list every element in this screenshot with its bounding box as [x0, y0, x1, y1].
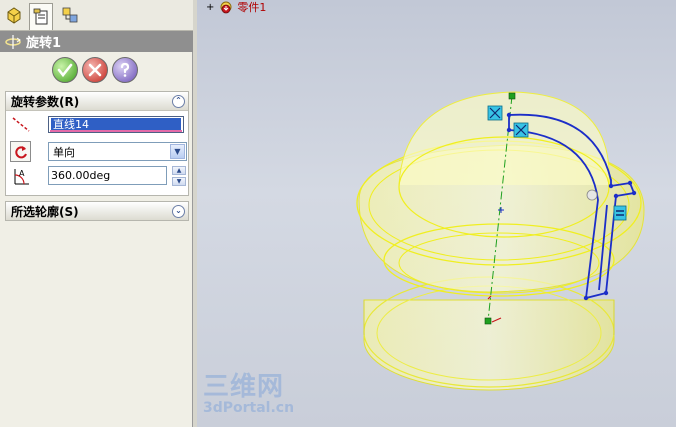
direction-type-dropdown[interactable]: 单向 ▼ — [48, 142, 187, 161]
revolve-parameters-header[interactable]: 旋转参数(R) ⌃ — [6, 92, 188, 111]
expand-down-icon[interactable]: ⌄ — [172, 204, 185, 218]
ok-icon — [57, 63, 73, 78]
angle-input[interactable]: 360.00deg — [48, 166, 167, 185]
property-manager-panel: 旋转1 旋转参数(R) ⌃ 直线14 单向 ▼ A 360.00deg ▲ ▼ … — [0, 0, 193, 427]
revolve-parameters-title: 旋转参数(R) — [11, 94, 80, 109]
model-view[interactable] — [197, 0, 676, 427]
tab-feature-manager[interactable] — [2, 3, 26, 27]
angle-spinner[interactable]: ▲ ▼ — [172, 166, 186, 186]
cancel-icon — [88, 63, 102, 77]
action-buttons — [52, 57, 138, 83]
selected-contours-header[interactable]: 所选轮廓(S) ⌄ — [6, 202, 188, 220]
watermark: 三维网 3dPortal.cn — [203, 374, 294, 415]
configuration-manager-icon — [62, 7, 78, 23]
watermark-line1: 三维网 — [203, 372, 285, 402]
part-name[interactable]: 零件1 — [237, 0, 266, 15]
feature-tree-flyout[interactable]: + 零件1 — [206, 0, 266, 14]
svg-text:A: A — [19, 169, 25, 178]
reverse-direction-icon[interactable] — [10, 141, 31, 162]
help-button[interactable] — [112, 57, 138, 83]
expand-icon[interactable]: + — [206, 2, 214, 13]
spin-down-icon[interactable]: ▼ — [172, 177, 186, 186]
direction-type-value: 单向 — [53, 145, 75, 159]
collapse-up-icon[interactable]: ⌃ — [172, 94, 185, 108]
revolve-parameters-group: 旋转参数(R) ⌃ 直线14 单向 ▼ A 360.00deg ▲ ▼ — [5, 91, 189, 196]
ok-button[interactable] — [52, 57, 78, 83]
feature-title-bar: 旋转1 — [0, 31, 193, 52]
selected-contours-title: 所选轮廓(S) — [11, 204, 79, 219]
feature-title: 旋转1 — [26, 36, 62, 51]
selected-contours-group: 所选轮廓(S) ⌄ — [5, 201, 189, 221]
property-manager-icon — [33, 8, 48, 25]
angle-value: 360.00deg — [51, 169, 111, 182]
panel-tabs — [0, 0, 193, 31]
axis-line-icon — [10, 114, 32, 136]
help-icon — [120, 62, 130, 77]
watermark-line2: 3dPortal.cn — [203, 400, 295, 416]
angle-icon: A — [10, 165, 32, 187]
chevron-down-icon[interactable]: ▼ — [170, 144, 185, 159]
revolved-part-preview — [356, 91, 645, 391]
revolve-icon — [4, 34, 22, 50]
part-icon — [220, 1, 232, 14]
spin-up-icon[interactable]: ▲ — [172, 166, 186, 175]
axis-selection-field[interactable]: 直线14 — [48, 116, 184, 133]
cancel-button[interactable] — [82, 57, 108, 83]
feature-tree-icon — [7, 7, 21, 24]
tab-property-manager[interactable] — [29, 3, 53, 30]
graphics-viewport[interactable]: + 零件1 三维网 3dPortal.cn — [193, 0, 676, 427]
tab-configuration-manager[interactable] — [58, 3, 82, 27]
